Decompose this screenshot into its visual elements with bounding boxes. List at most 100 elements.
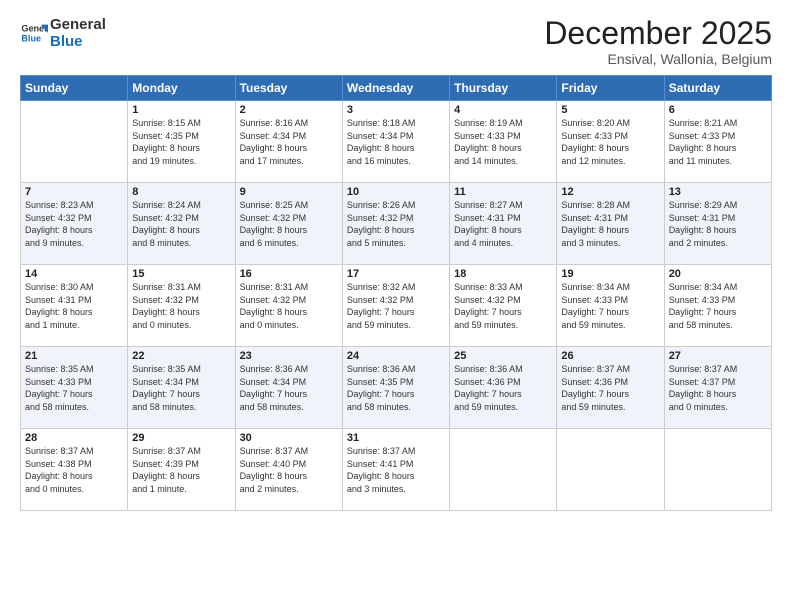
header: General Blue General Blue December 2025 … xyxy=(20,16,772,67)
day-info: Sunrise: 8:34 AMSunset: 4:33 PMDaylight:… xyxy=(669,281,767,331)
calendar-cell: 19Sunrise: 8:34 AMSunset: 4:33 PMDayligh… xyxy=(557,265,664,347)
calendar-cell xyxy=(21,101,128,183)
calendar-week-row: 7Sunrise: 8:23 AMSunset: 4:32 PMDaylight… xyxy=(21,183,772,265)
calendar-cell: 13Sunrise: 8:29 AMSunset: 4:31 PMDayligh… xyxy=(664,183,771,265)
calendar-header-cell: Saturday xyxy=(664,76,771,101)
calendar-cell xyxy=(664,429,771,511)
day-number: 22 xyxy=(132,350,230,362)
day-number: 26 xyxy=(561,350,659,362)
calendar-table: SundayMondayTuesdayWednesdayThursdayFrid… xyxy=(20,75,772,511)
calendar-cell: 11Sunrise: 8:27 AMSunset: 4:31 PMDayligh… xyxy=(450,183,557,265)
calendar-cell: 27Sunrise: 8:37 AMSunset: 4:37 PMDayligh… xyxy=(664,347,771,429)
day-number: 9 xyxy=(240,186,338,198)
calendar-cell: 10Sunrise: 8:26 AMSunset: 4:32 PMDayligh… xyxy=(342,183,449,265)
day-info: Sunrise: 8:36 AMSunset: 4:36 PMDaylight:… xyxy=(454,363,552,413)
day-info: Sunrise: 8:32 AMSunset: 4:32 PMDaylight:… xyxy=(347,281,445,331)
day-info: Sunrise: 8:36 AMSunset: 4:35 PMDaylight:… xyxy=(347,363,445,413)
day-info: Sunrise: 8:19 AMSunset: 4:33 PMDaylight:… xyxy=(454,117,552,167)
day-number: 10 xyxy=(347,186,445,198)
day-number: 28 xyxy=(25,432,123,444)
subtitle: Ensival, Wallonia, Belgium xyxy=(544,51,772,67)
calendar-cell: 30Sunrise: 8:37 AMSunset: 4:40 PMDayligh… xyxy=(235,429,342,511)
calendar-cell: 7Sunrise: 8:23 AMSunset: 4:32 PMDaylight… xyxy=(21,183,128,265)
day-info: Sunrise: 8:35 AMSunset: 4:34 PMDaylight:… xyxy=(132,363,230,413)
day-number: 2 xyxy=(240,104,338,116)
calendar-cell: 8Sunrise: 8:24 AMSunset: 4:32 PMDaylight… xyxy=(128,183,235,265)
day-info: Sunrise: 8:34 AMSunset: 4:33 PMDaylight:… xyxy=(561,281,659,331)
day-info: Sunrise: 8:35 AMSunset: 4:33 PMDaylight:… xyxy=(25,363,123,413)
title-block: December 2025 Ensival, Wallonia, Belgium xyxy=(544,16,772,67)
calendar-cell: 28Sunrise: 8:37 AMSunset: 4:38 PMDayligh… xyxy=(21,429,128,511)
day-info: Sunrise: 8:37 AMSunset: 4:38 PMDaylight:… xyxy=(25,445,123,495)
calendar-cell: 21Sunrise: 8:35 AMSunset: 4:33 PMDayligh… xyxy=(21,347,128,429)
day-info: Sunrise: 8:37 AMSunset: 4:39 PMDaylight:… xyxy=(132,445,230,495)
logo-icon: General Blue xyxy=(20,19,48,47)
day-info: Sunrise: 8:15 AMSunset: 4:35 PMDaylight:… xyxy=(132,117,230,167)
calendar-cell: 25Sunrise: 8:36 AMSunset: 4:36 PMDayligh… xyxy=(450,347,557,429)
calendar-body: 1Sunrise: 8:15 AMSunset: 4:35 PMDaylight… xyxy=(21,101,772,511)
calendar-cell: 23Sunrise: 8:36 AMSunset: 4:34 PMDayligh… xyxy=(235,347,342,429)
calendar-cell: 9Sunrise: 8:25 AMSunset: 4:32 PMDaylight… xyxy=(235,183,342,265)
day-number: 18 xyxy=(454,268,552,280)
day-number: 19 xyxy=(561,268,659,280)
calendar-cell: 20Sunrise: 8:34 AMSunset: 4:33 PMDayligh… xyxy=(664,265,771,347)
calendar-cell: 26Sunrise: 8:37 AMSunset: 4:36 PMDayligh… xyxy=(557,347,664,429)
day-info: Sunrise: 8:31 AMSunset: 4:32 PMDaylight:… xyxy=(132,281,230,331)
logo: General Blue General Blue xyxy=(20,16,106,51)
day-number: 14 xyxy=(25,268,123,280)
day-info: Sunrise: 8:28 AMSunset: 4:31 PMDaylight:… xyxy=(561,199,659,249)
logo-blue: Blue xyxy=(50,33,106,50)
day-info: Sunrise: 8:30 AMSunset: 4:31 PMDaylight:… xyxy=(25,281,123,331)
day-info: Sunrise: 8:37 AMSunset: 4:37 PMDaylight:… xyxy=(669,363,767,413)
day-info: Sunrise: 8:36 AMSunset: 4:34 PMDaylight:… xyxy=(240,363,338,413)
day-number: 24 xyxy=(347,350,445,362)
calendar-cell: 4Sunrise: 8:19 AMSunset: 4:33 PMDaylight… xyxy=(450,101,557,183)
day-number: 4 xyxy=(454,104,552,116)
day-info: Sunrise: 8:33 AMSunset: 4:32 PMDaylight:… xyxy=(454,281,552,331)
calendar-header-row: SundayMondayTuesdayWednesdayThursdayFrid… xyxy=(21,76,772,101)
day-number: 1 xyxy=(132,104,230,116)
calendar-cell xyxy=(450,429,557,511)
day-number: 27 xyxy=(669,350,767,362)
day-number: 16 xyxy=(240,268,338,280)
svg-text:Blue: Blue xyxy=(21,34,41,44)
day-info: Sunrise: 8:29 AMSunset: 4:31 PMDaylight:… xyxy=(669,199,767,249)
calendar-cell: 24Sunrise: 8:36 AMSunset: 4:35 PMDayligh… xyxy=(342,347,449,429)
calendar-cell: 16Sunrise: 8:31 AMSunset: 4:32 PMDayligh… xyxy=(235,265,342,347)
calendar-header-cell: Tuesday xyxy=(235,76,342,101)
day-number: 31 xyxy=(347,432,445,444)
calendar-cell: 18Sunrise: 8:33 AMSunset: 4:32 PMDayligh… xyxy=(450,265,557,347)
day-number: 15 xyxy=(132,268,230,280)
day-info: Sunrise: 8:27 AMSunset: 4:31 PMDaylight:… xyxy=(454,199,552,249)
calendar-cell: 6Sunrise: 8:21 AMSunset: 4:33 PMDaylight… xyxy=(664,101,771,183)
main-title: December 2025 xyxy=(544,16,772,51)
calendar-cell: 3Sunrise: 8:18 AMSunset: 4:34 PMDaylight… xyxy=(342,101,449,183)
day-number: 23 xyxy=(240,350,338,362)
calendar-cell: 2Sunrise: 8:16 AMSunset: 4:34 PMDaylight… xyxy=(235,101,342,183)
day-number: 20 xyxy=(669,268,767,280)
calendar-cell: 22Sunrise: 8:35 AMSunset: 4:34 PMDayligh… xyxy=(128,347,235,429)
day-number: 17 xyxy=(347,268,445,280)
day-info: Sunrise: 8:16 AMSunset: 4:34 PMDaylight:… xyxy=(240,117,338,167)
calendar-header-cell: Sunday xyxy=(21,76,128,101)
day-info: Sunrise: 8:37 AMSunset: 4:40 PMDaylight:… xyxy=(240,445,338,495)
calendar-header-cell: Wednesday xyxy=(342,76,449,101)
calendar-cell: 17Sunrise: 8:32 AMSunset: 4:32 PMDayligh… xyxy=(342,265,449,347)
day-info: Sunrise: 8:31 AMSunset: 4:32 PMDaylight:… xyxy=(240,281,338,331)
day-number: 11 xyxy=(454,186,552,198)
day-info: Sunrise: 8:20 AMSunset: 4:33 PMDaylight:… xyxy=(561,117,659,167)
day-info: Sunrise: 8:26 AMSunset: 4:32 PMDaylight:… xyxy=(347,199,445,249)
day-info: Sunrise: 8:37 AMSunset: 4:36 PMDaylight:… xyxy=(561,363,659,413)
calendar-cell xyxy=(557,429,664,511)
day-number: 7 xyxy=(25,186,123,198)
day-number: 29 xyxy=(132,432,230,444)
calendar-week-row: 21Sunrise: 8:35 AMSunset: 4:33 PMDayligh… xyxy=(21,347,772,429)
calendar-cell: 5Sunrise: 8:20 AMSunset: 4:33 PMDaylight… xyxy=(557,101,664,183)
day-number: 12 xyxy=(561,186,659,198)
calendar-cell: 15Sunrise: 8:31 AMSunset: 4:32 PMDayligh… xyxy=(128,265,235,347)
calendar-cell: 12Sunrise: 8:28 AMSunset: 4:31 PMDayligh… xyxy=(557,183,664,265)
calendar-week-row: 1Sunrise: 8:15 AMSunset: 4:35 PMDaylight… xyxy=(21,101,772,183)
day-info: Sunrise: 8:37 AMSunset: 4:41 PMDaylight:… xyxy=(347,445,445,495)
day-number: 21 xyxy=(25,350,123,362)
day-number: 5 xyxy=(561,104,659,116)
